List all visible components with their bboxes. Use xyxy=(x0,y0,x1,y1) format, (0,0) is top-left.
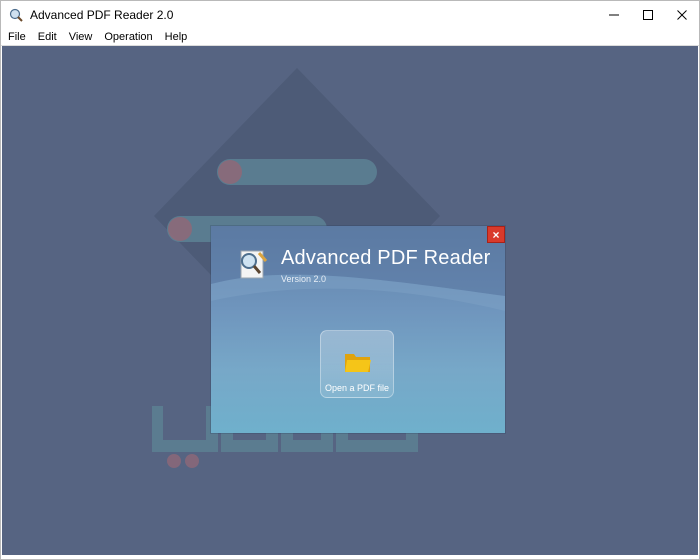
window-title: Advanced PDF Reader 2.0 xyxy=(30,7,174,22)
minimize-icon xyxy=(609,14,619,15)
close-window-button[interactable] xyxy=(665,1,699,28)
app-window: Advanced PDF Reader 2.0 File Edit View O… xyxy=(0,0,700,560)
menu-help[interactable]: Help xyxy=(160,31,193,43)
menu-operation[interactable]: Operation xyxy=(99,31,157,43)
close-icon xyxy=(677,9,687,20)
maximize-icon xyxy=(643,9,653,20)
magnifier-pen-icon xyxy=(240,250,268,279)
menu-file[interactable]: File xyxy=(3,31,31,43)
open-pdf-label: Open a PDF file xyxy=(324,383,390,393)
document-workspace[interactable]: × Advanced PDF Reader Version 2.0 Open a… xyxy=(2,46,698,555)
app-icon xyxy=(9,8,23,22)
menu-bar: File Edit View Operation Help xyxy=(1,28,699,46)
dialog-close-button[interactable]: × xyxy=(487,226,505,243)
title-bar[interactable]: Advanced PDF Reader 2.0 xyxy=(1,1,699,28)
open-pdf-button[interactable]: Open a PDF file xyxy=(320,330,394,398)
maximize-button[interactable] xyxy=(631,1,665,28)
folder-icon xyxy=(345,354,371,372)
menu-edit[interactable]: Edit xyxy=(33,31,62,43)
dialog-title: Advanced PDF Reader xyxy=(281,247,491,269)
menu-view[interactable]: View xyxy=(64,31,98,43)
minimize-button[interactable] xyxy=(597,1,631,28)
welcome-dialog: × Advanced PDF Reader Version 2.0 Open a… xyxy=(211,226,505,433)
dialog-version: Version 2.0 xyxy=(281,274,327,284)
window-controls xyxy=(597,1,699,28)
